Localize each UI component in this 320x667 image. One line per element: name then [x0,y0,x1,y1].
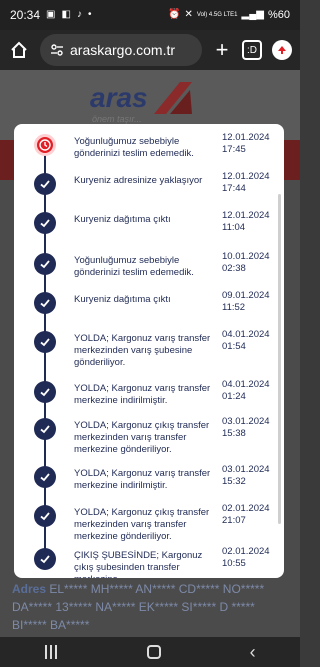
tracking-modal: Yoğunluğumuz sebebiyle gönderinizi tesli… [14,124,284,578]
timeline-datetime: 12.01.2024 17:44 [222,171,280,195]
check-circle-icon [34,212,56,234]
timeline-date: 02.01.2024 [222,503,270,514]
signal-icon: ▂▄▆ [241,9,264,20]
timeline-status-text: ÇIKIŞ ŞUBESİNDE; Kargonuz çıkış şubesind… [74,550,203,578]
modal-scrollbar[interactable] [278,194,281,524]
timeline-status-text: YOLDA; Kargonuz çıkış transfer merkezind… [74,420,210,455]
timeline-date: 09.01.2024 [222,290,270,301]
timeline-datetime: 04.01.2024 01:24 [222,379,280,403]
timeline-date: 04.01.2024 [222,329,270,340]
timeline-time: 02:38 [222,263,246,274]
status-time: 20:34 [10,8,41,22]
check-circle-icon [34,292,56,314]
arrow-up-icon [278,46,286,54]
network-label: Vol) 4.5G LTE1 [196,11,238,18]
timeline-date: 02.01.2024 [222,546,270,557]
timeline-status-text: YOLDA; Kargonuz varış transfer merkezine… [74,383,211,406]
address-text: EL***** MH***** AN***** CD***** NO***** … [12,582,265,632]
timeline-status-text: Yoğunluğumuz sebebiyle gönderinizi tesli… [74,255,194,278]
check-circle-icon [34,466,56,488]
battery-label: %60 [267,9,290,21]
timeline-time: 10:55 [222,558,246,569]
address-section: Adres EL***** MH***** AN***** CD***** NO… [0,570,300,637]
check-circle-icon [34,331,56,353]
tab-switcher-button[interactable]: :D [242,40,262,60]
timeline-status-text: YOLDA; Kargonuz varış transfer merkezine… [74,468,211,491]
back-button[interactable]: ‹ [250,643,256,661]
check-circle-icon [34,505,56,527]
recent-apps-button[interactable] [44,645,58,659]
timeline-time: 01:24 [222,391,246,402]
home-nav-button[interactable] [146,645,161,659]
new-tab-button[interactable]: + [212,37,232,63]
browser-toolbar: araskargo.com.tr + :D [0,30,300,70]
status-left: 20:34 ▣ ◧ ♪ • [10,8,91,22]
url-bar[interactable]: araskargo.com.tr [40,34,202,66]
timeline-date: 12.01.2024 [222,171,270,182]
timeline-date: 04.01.2024 [222,379,270,390]
timeline-status-text: YOLDA; Kargonuz çıkış transfer merkezind… [74,507,210,542]
check-circle-icon [34,548,56,570]
alarm-icon: ⏰ [168,9,181,20]
timeline-datetime: 04.01.2024 01:54 [222,329,280,353]
timeline-status-text: Kuryeniz dağıtıma çıktı [74,294,171,305]
check-circle-icon [34,173,56,195]
timeline-datetime: 12.01.2024 11:04 [222,210,280,234]
mute-icon: ✕ [184,9,193,20]
timeline-datetime: 10.01.2024 02:38 [222,251,280,275]
brand-logo-mark-icon [154,82,192,114]
tracking-timeline[interactable]: Yoğunluğumuz sebebiyle gönderinizi tesli… [14,124,284,578]
image-icon: ▣ [46,9,56,20]
home-button[interactable] [8,39,30,61]
timeline-datetime: 12.01.2024 17:45 [222,132,280,156]
timeline-status-text: Kuryeniz adresinize yaklaşıyor [74,175,203,186]
status-right: ⏰ ✕ Vol) 4.5G LTE1 ▂▄▆ %60 [168,9,290,21]
timeline-date: 12.01.2024 [222,132,270,143]
timeline-datetime: 02.01.2024 10:55 [222,546,280,570]
timeline-time: 15:38 [222,428,246,439]
brand-logo-text: aras [90,82,148,113]
check-circle-icon [34,253,56,275]
timeline-status-text: YOLDA; Kargonuz varış transfer merkezind… [74,333,211,368]
timeline-date: 10.01.2024 [222,251,270,262]
recent-apps-icon [45,645,48,659]
music-icon: ♪ [76,9,82,20]
timeline-status-text: Yoğunluğumuz sebebiyle gönderinizi tesli… [74,136,194,159]
timeline-time: 01:54 [222,341,246,352]
timeline-time: 11:04 [222,222,246,233]
timeline-date: 03.01.2024 [222,416,270,427]
system-nav-bar: ‹ [0,637,300,667]
status-bar: 20:34 ▣ ◧ ♪ • ⏰ ✕ Vol) 4.5G LTE1 ▂▄▆ %60 [0,0,300,30]
check-circle-icon [34,381,56,403]
home-icon [11,41,27,58]
notification-icon: ◧ [61,9,71,20]
timeline-time: 15:32 [222,476,246,487]
check-circle-icon [34,418,56,440]
site-info-icon[interactable] [50,43,64,57]
brand-slogan: önem taşır... [92,114,142,124]
address-label: Adres [12,582,47,596]
timeline-datetime: 09.01.2024 11:52 [222,290,280,314]
clock-alert-icon [34,134,56,156]
timeline-time: 21:07 [222,515,246,526]
timeline-date: 03.01.2024 [222,464,270,475]
timeline-status-text: Kuryeniz dağıtıma çıktı [74,214,171,225]
timeline-datetime: 02.01.2024 21:07 [222,503,280,527]
timeline-datetime: 03.01.2024 15:38 [222,416,280,440]
timeline-time: 17:44 [222,183,246,194]
url-text: araskargo.com.tr [70,42,176,58]
update-button[interactable] [272,40,292,60]
timeline-time: 11:52 [222,302,246,313]
dot-icon: • [87,9,92,20]
timeline-time: 17:45 [222,144,246,155]
timeline-datetime: 03.01.2024 15:32 [222,464,280,488]
timeline-date: 12.01.2024 [222,210,270,221]
